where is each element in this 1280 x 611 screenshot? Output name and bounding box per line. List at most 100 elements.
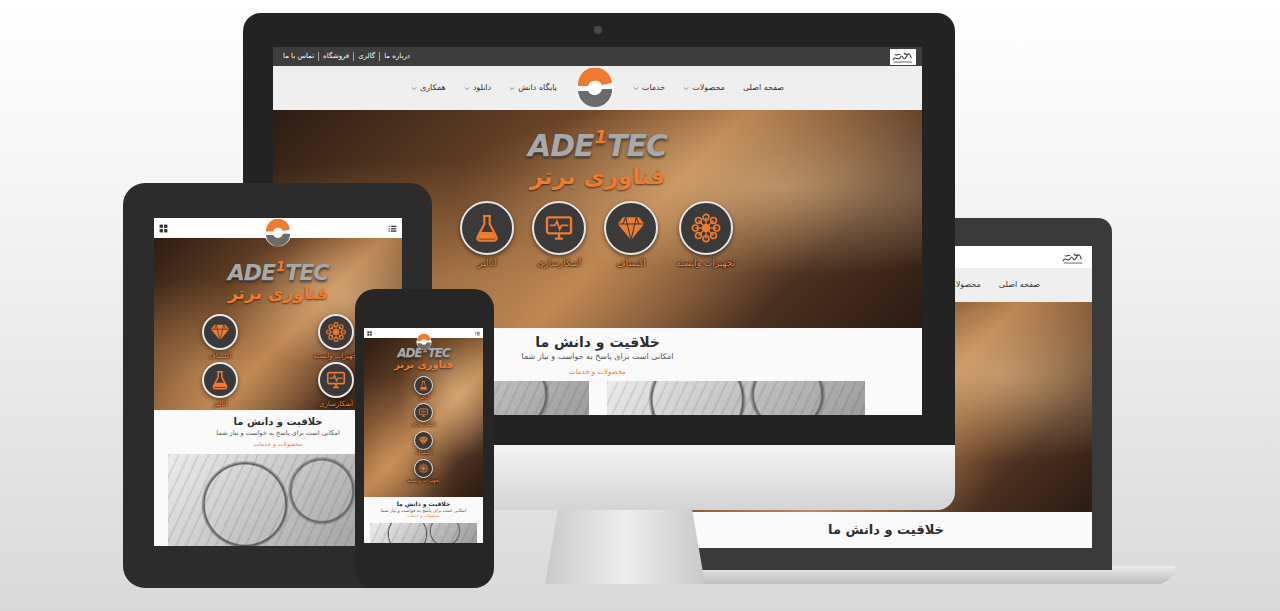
nav-item[interactable]: صفحه اصلی [743,82,784,94]
monitor-icon [418,407,429,418]
feature-item[interactable]: تجهیزات وابسته [676,201,735,268]
feature-item[interactable]: تجهیزات وابسته [407,459,440,484]
logo-holder[interactable] [575,68,615,108]
feature-label: اکتشاف [208,352,231,360]
section-heading: خلاقیت و دانش ما [828,522,944,538]
feature-list: تجهیزات وابسته اکتشاف آشکارسازی آنالیز [185,314,371,408]
monitor-icon [543,212,575,244]
feature-label: آشکارسازی [319,400,353,408]
nav-item[interactable]: همکاری [411,82,446,94]
feature-list: تجهیزات وابسته اکتشاف آشکارسازی آنالیز [460,201,735,268]
nav-item[interactable]: محصولات [683,82,725,94]
feature-label: تجهیزات وابسته [313,352,359,360]
section-subheading: امکانی است برای پاسخ به خواست و نیاز شما [381,508,467,514]
feature-circle [679,201,733,255]
top-link[interactable]: گالری [354,52,380,60]
feature-circle [604,201,658,255]
feature-circle [202,314,238,350]
hero-banner: ADE1TECفناوری برترتجهیزات وابستهاکتشافآش… [364,338,483,497]
nav-item[interactable]: صفحه اصلی [999,279,1040,291]
chevron-down-icon [464,86,470,91]
phone-device: ADE1TECفناوری برترتجهیزات وابستهاکتشافآش… [355,289,494,588]
main-nav: صفحه اصلی محصولات خدمات پایگاه دانش دانلود هم… [273,66,922,110]
site-screen: ADE1TECفناوری برترتجهیزات وابستهاکتشافآش… [364,328,483,543]
feature-item[interactable]: آنالیز [460,201,514,268]
camera-dot [594,26,602,34]
site-logo [416,334,432,350]
feature-circle [532,201,586,255]
feature-circle [414,403,433,422]
calligraphy-emblem [891,49,915,64]
feature-label: تجهیزات وابسته [407,478,440,484]
site-logo [575,68,615,108]
intro-section: خلاقیت و دانش ماامکانی است برای پاسخ به … [364,497,483,543]
nav-label: صفحه اصلی [743,82,784,94]
products-link[interactable]: محصولات و خدمات [407,513,439,518]
top-bar [364,328,483,338]
nav-item[interactable]: خدمات [633,82,665,94]
feature-circle [414,459,433,478]
feature-label: آنالیز [213,400,227,408]
photo-row [370,523,477,543]
top-link[interactable]: فروشگاه [319,52,354,60]
tagline: فناوری برتر [530,163,666,189]
monitor-icon [325,369,347,391]
feature-label: آشکارسازی [537,258,581,268]
chevron-down-icon [633,86,639,91]
feature-item[interactable]: اکتشاف [604,201,658,268]
logo-holder[interactable] [264,219,292,247]
top-links: درباره ماگالریفروشگاهتماس با ما [279,52,414,60]
grid-icon [159,224,168,233]
feature-circle [414,376,433,395]
feature-label: اکتشاف [415,450,431,456]
brand-mark: 1 [595,126,607,147]
menu-list-icon [475,331,480,336]
logo-holder[interactable] [416,329,432,353]
brand-end: TEC [428,346,450,360]
menu-button[interactable] [388,218,397,240]
nav-label: محصولات [692,82,725,94]
mockup-stage: صفحه اصلی محصولات خلاقیت و دانش ما درباره م… [0,0,1280,611]
top-link[interactable]: تماس با ما [279,52,319,60]
nav-label: صفحه اصلی [999,279,1040,291]
feature-circle [318,314,354,350]
products-link[interactable]: محصولات و خدمات [569,368,626,377]
intro-section: خلاقیت و دانش ما [680,512,1092,548]
feature-label: آشکارسازی [411,422,435,428]
feature-label: آنالیز [418,395,428,401]
feature-label: آنالیز [478,258,496,268]
diamond-icon [209,321,231,343]
feature-circle [414,431,433,450]
feature-item[interactable]: آشکارسازی [407,403,440,428]
nav-item[interactable]: دانلود [464,82,491,94]
brand-start: ADE [397,346,421,360]
brand-mark: 1 [276,259,284,274]
feature-circle [318,362,354,398]
grid-button[interactable] [159,218,168,240]
chevron-down-icon [509,86,515,91]
emblem-box [1060,248,1086,266]
feature-item[interactable]: اکتشاف [407,431,440,456]
top-link[interactable]: درباره ما [380,52,414,60]
feature-label: تجهیزات وابسته [676,258,735,268]
menu-button[interactable] [475,328,480,345]
flask-icon [471,212,503,244]
diamond-icon [615,212,647,244]
nav-item[interactable]: پایگاه دانش [509,82,557,94]
brand-wordmark: ADE1TEC [528,128,667,161]
menu-list-icon [388,224,397,233]
flask-icon [418,380,429,391]
feature-item[interactable]: آنالیز [185,362,255,408]
brand-end: TEC [607,128,667,163]
section-subheading: امکانی است برای پاسخ به خواست و نیاز شما [216,429,340,437]
network-icon [690,212,722,244]
feature-item[interactable]: آشکارسازی [532,201,586,268]
feature-label: اکتشاف [616,258,646,268]
feature-item[interactable]: آنالیز [407,376,440,401]
top-bar: درباره ماگالریفروشگاهتماس با ما [273,47,922,66]
grid-button[interactable] [367,328,372,345]
section-heading: خلاقیت و دانش ما [397,500,450,508]
products-link[interactable]: محصولات و خدمات [254,440,303,448]
feature-item[interactable]: اکتشاف [185,314,255,360]
monitor-stand [545,510,705,584]
